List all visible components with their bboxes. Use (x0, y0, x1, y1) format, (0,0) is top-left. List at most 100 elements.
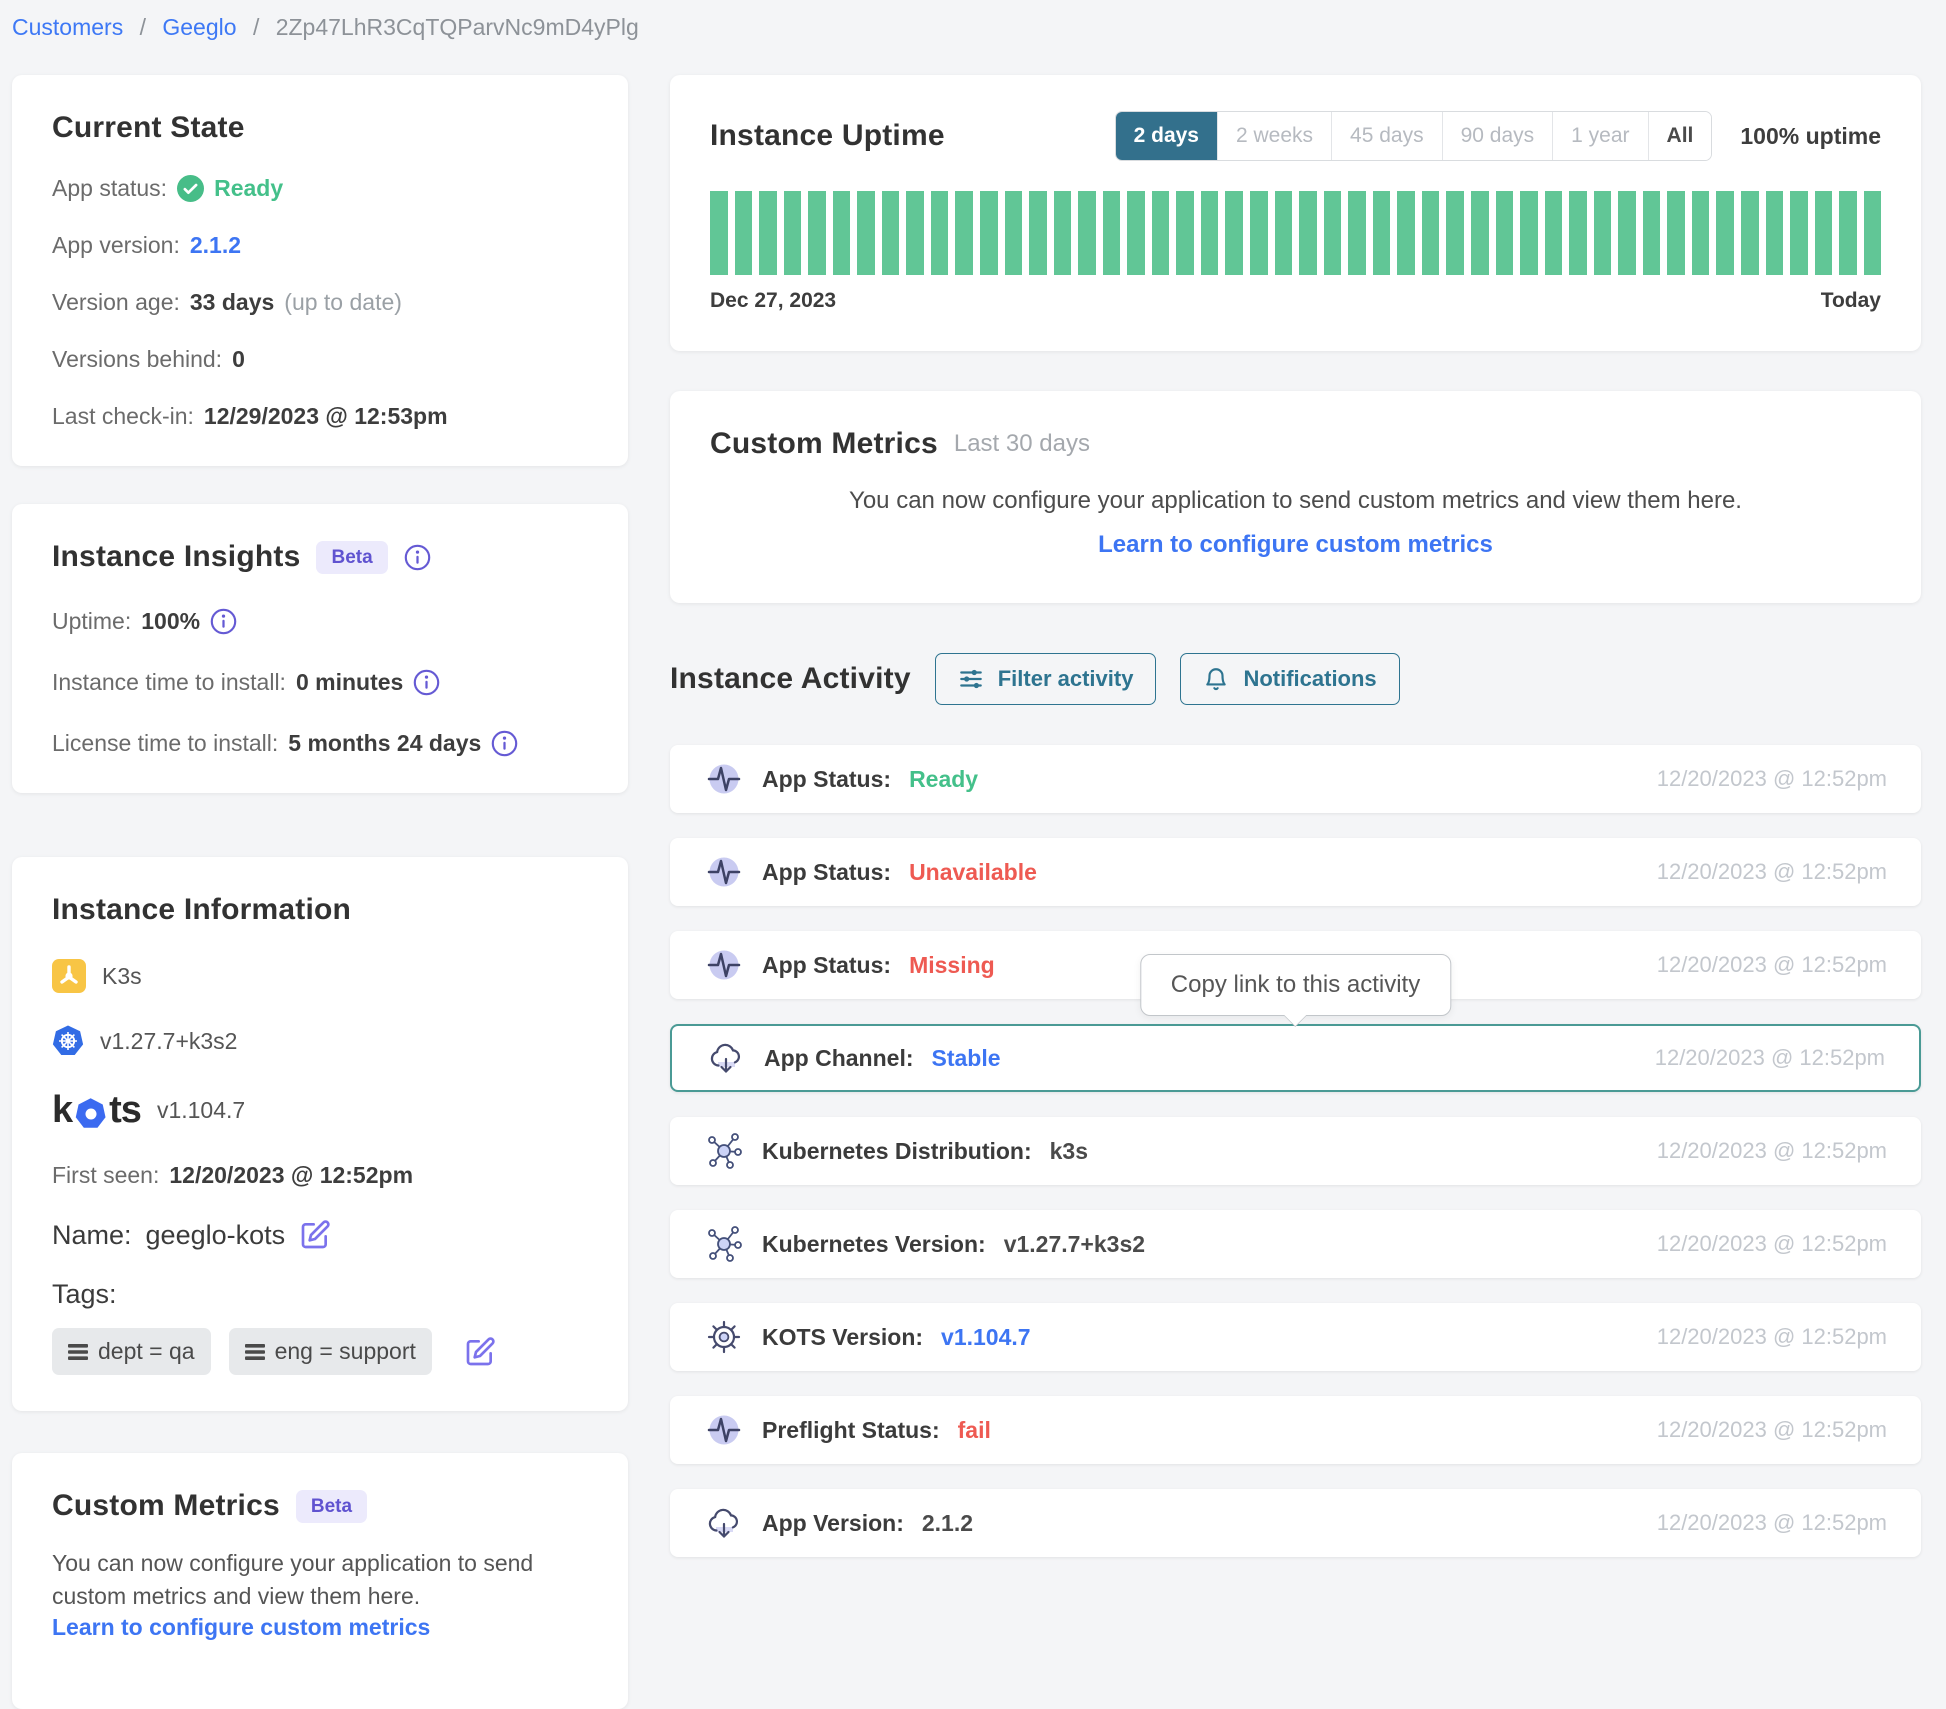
activity-row[interactable]: App Version: 2.1.2 12/20/2023 @ 12:52pm (670, 1489, 1921, 1557)
version-age-row: Version age: 33 days (up to date) (52, 289, 588, 316)
activity-row[interactable]: Preflight Status: fail 12/20/2023 @ 12:5… (670, 1396, 1921, 1464)
info-icon[interactable] (413, 669, 440, 696)
configure-custom-metrics-link[interactable]: Learn to configure custom metrics (52, 1614, 430, 1641)
info-icon[interactable] (491, 730, 518, 757)
uptime-bar[interactable] (931, 191, 949, 275)
uptime-bar[interactable] (1520, 191, 1538, 275)
activity-row-timestamp: 12/20/2023 @ 12:52pm (1657, 952, 1887, 978)
uptime-bar[interactable] (1839, 191, 1857, 275)
filter-activity-label: Filter activity (998, 666, 1134, 692)
uptime-bar[interactable] (1054, 191, 1072, 275)
uptime-bar[interactable] (833, 191, 851, 275)
pulse-icon (704, 1410, 744, 1450)
notifications-button[interactable]: Notifications (1180, 653, 1399, 705)
uptime-bar[interactable] (1397, 191, 1415, 275)
uptime-bar[interactable] (1815, 191, 1833, 275)
activity-row-value: Stable (932, 1045, 1001, 1072)
activity-row[interactable]: App Status: Ready 12/20/2023 @ 12:52pm (670, 745, 1921, 813)
uptime-bar[interactable] (1275, 191, 1293, 275)
activity-row-label: App Status: (762, 859, 891, 886)
notifications-label: Notifications (1243, 666, 1376, 692)
instance-name-label: Name: (52, 1220, 132, 1251)
beta-badge: Beta (316, 541, 387, 574)
uptime-bar[interactable] (1790, 191, 1808, 275)
uptime-bar[interactable] (1127, 191, 1145, 275)
uptime-bar[interactable] (1201, 191, 1219, 275)
activity-row-selected[interactable]: Copy link to this activity App Channel: … (670, 1024, 1921, 1092)
versions-behind-value: 0 (232, 346, 245, 373)
uptime-bar[interactable] (955, 191, 973, 275)
app-version-label: App version: (52, 232, 180, 259)
version-age-label: Version age: (52, 289, 180, 316)
uptime-bar[interactable] (1348, 191, 1366, 275)
uptime-bar[interactable] (1667, 191, 1685, 275)
uptime-bar[interactable] (784, 191, 802, 275)
uptime-bar[interactable] (980, 191, 998, 275)
edit-name-icon[interactable] (299, 1219, 331, 1251)
uptime-bar[interactable] (1103, 191, 1121, 275)
uptime-bar[interactable] (1471, 191, 1489, 275)
custom-metrics-right-card: Custom Metrics Last 30 days You can now … (670, 391, 1921, 603)
activity-row[interactable]: KOTS Version: v1.104.7 12/20/2023 @ 12:5… (670, 1303, 1921, 1371)
edit-tags-icon[interactable] (464, 1336, 496, 1368)
configure-custom-metrics-link[interactable]: Learn to configure custom metrics (1098, 531, 1493, 559)
uptime-bar[interactable] (1594, 191, 1612, 275)
uptime-bar[interactable] (1005, 191, 1023, 275)
copy-link-tooltip[interactable]: Copy link to this activity (1140, 954, 1451, 1016)
uptime-bar[interactable] (1446, 191, 1464, 275)
activity-row[interactable]: App Status: Unavailable 12/20/2023 @ 12:… (670, 838, 1921, 906)
uptime-bar[interactable] (1716, 191, 1734, 275)
uptime-bar[interactable] (1422, 191, 1440, 275)
uptime-bar[interactable] (1766, 191, 1784, 275)
kots-logo-o-icon (75, 1098, 106, 1129)
info-icon[interactable] (404, 544, 431, 571)
uptime-bar[interactable] (1299, 191, 1317, 275)
current-state-card: Current State App status: Ready App vers… (12, 75, 628, 466)
uptime-bar[interactable] (906, 191, 924, 275)
uptime-period-tabs: 2 days 2 weeks 45 days 90 days 1 year Al… (1115, 111, 1713, 161)
uptime-bar[interactable] (1078, 191, 1096, 275)
activity-row[interactable]: Kubernetes Distribution: k3s 12/20/2023 … (670, 1117, 1921, 1185)
activity-row[interactable]: Kubernetes Version: v1.27.7+k3s2 12/20/2… (670, 1210, 1921, 1278)
uptime-bar[interactable] (735, 191, 753, 275)
uptime-bar[interactable] (1373, 191, 1391, 275)
uptime-bar[interactable] (710, 191, 728, 275)
uptime-bar[interactable] (1741, 191, 1759, 275)
check-circle-icon (177, 175, 204, 202)
uptime-bar[interactable] (808, 191, 826, 275)
info-icon[interactable] (210, 608, 237, 635)
uptime-bar[interactable] (1545, 191, 1563, 275)
uptime-bar[interactable] (1864, 191, 1882, 275)
breadcrumb-customer-link[interactable]: Geeglo (162, 14, 236, 40)
uptime-bar[interactable] (1250, 191, 1268, 275)
uptime-bar[interactable] (882, 191, 900, 275)
period-tab-45-days[interactable]: 45 days (1331, 112, 1442, 160)
uptime-bar[interactable] (1643, 191, 1661, 275)
beta-badge: Beta (296, 1490, 367, 1523)
period-tab-90-days[interactable]: 90 days (1442, 112, 1553, 160)
uptime-bar[interactable] (1225, 191, 1243, 275)
tag-chip: dept = qa (52, 1328, 211, 1375)
period-tab-1-year[interactable]: 1 year (1552, 112, 1647, 160)
uptime-bar[interactable] (1152, 191, 1170, 275)
uptime-bar[interactable] (1569, 191, 1587, 275)
uptime-bar[interactable] (1029, 191, 1047, 275)
version-age-note: (up to date) (284, 289, 402, 316)
uptime-bar[interactable] (1176, 191, 1194, 275)
app-version-link[interactable]: 2.1.2 (190, 232, 241, 259)
uptime-bar[interactable] (1618, 191, 1636, 275)
activity-list: App Status: Ready 12/20/2023 @ 12:52pm A… (670, 745, 1921, 1557)
period-tab-2-days[interactable]: 2 days (1116, 112, 1217, 160)
uptime-bar[interactable] (1496, 191, 1514, 275)
current-state-title: Current State (52, 111, 588, 145)
uptime-bar[interactable] (1692, 191, 1710, 275)
period-tab-2-weeks[interactable]: 2 weeks (1217, 112, 1331, 160)
uptime-bar[interactable] (857, 191, 875, 275)
versions-behind-row: Versions behind: 0 (52, 346, 588, 373)
app-status-row: App status: Ready (52, 175, 588, 202)
uptime-bar[interactable] (1324, 191, 1342, 275)
breadcrumb-customers-link[interactable]: Customers (12, 14, 123, 40)
period-tab-all[interactable]: All (1648, 112, 1712, 160)
filter-activity-button[interactable]: Filter activity (935, 653, 1157, 705)
uptime-bar[interactable] (759, 191, 777, 275)
